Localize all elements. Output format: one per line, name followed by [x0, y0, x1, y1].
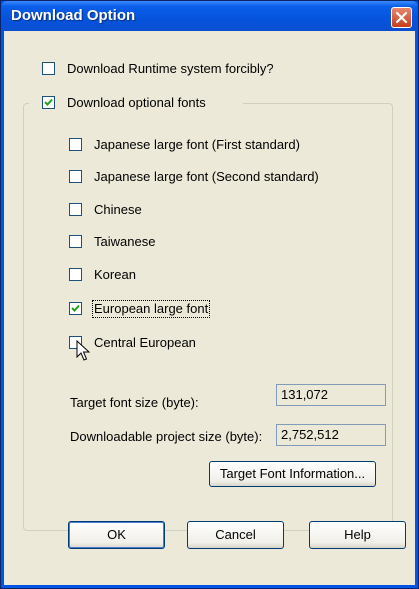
checkmark-icon	[71, 304, 80, 312]
font-checkbox-label: Korean	[94, 267, 136, 282]
optional-fonts-checkbox-label: Download optional fonts	[67, 95, 206, 110]
close-icon	[395, 11, 408, 24]
mouse-cursor-icon	[76, 340, 90, 361]
help-button[interactable]: Help	[309, 521, 406, 549]
ok-button[interactable]: OK	[68, 521, 165, 549]
optional-fonts-checkbox-box[interactable]	[42, 96, 55, 109]
target-font-size-label: Target font size (byte):	[70, 395, 199, 410]
dialog-client-area: Download Runtime system forcibly? Downlo…	[4, 31, 415, 585]
font-checkbox-label: Japanese large font (First standard)	[94, 137, 300, 152]
runtime-checkbox-box[interactable]	[42, 62, 55, 75]
font-checkbox-label: Chinese	[94, 202, 142, 217]
dialog-window: Download Option Download Runtime system …	[0, 0, 419, 589]
font-checkbox-label: Central European	[94, 335, 196, 350]
close-button[interactable]	[391, 7, 412, 28]
font-checkbox-label: Taiwanese	[94, 234, 156, 249]
target-font-size-field: 131,072	[276, 384, 386, 406]
cancel-button[interactable]: Cancel	[187, 521, 284, 549]
checkmark-icon	[44, 98, 53, 106]
runtime-checkbox-label: Download Runtime system forcibly?	[67, 61, 274, 76]
font-checkbox-box[interactable]	[69, 203, 82, 216]
font-checkbox-box[interactable]	[69, 235, 82, 248]
project-size-label: Downloadable project size (byte):	[70, 429, 263, 444]
project-size-field: 2,752,512	[276, 424, 386, 446]
font-checkbox-label: Japanese large font (Second standard)	[94, 169, 319, 184]
font-checkbox-box[interactable]	[69, 138, 82, 151]
font-checkbox-box[interactable]	[69, 268, 82, 281]
title-bar[interactable]: Download Option	[1, 1, 418, 31]
target-font-information-button[interactable]: Target Font Information...	[209, 461, 376, 487]
font-checkbox-box[interactable]	[69, 170, 82, 183]
font-checkbox-box[interactable]	[69, 302, 82, 315]
font-checkbox-label: European large font	[91, 300, 211, 318]
window-title: Download Option	[11, 7, 136, 24]
